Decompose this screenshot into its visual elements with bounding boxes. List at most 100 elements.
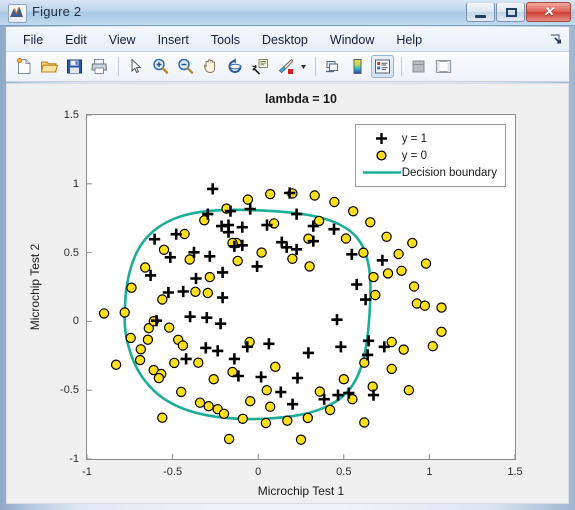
pan-button[interactable] xyxy=(199,55,222,78)
close-icon: ✕ xyxy=(543,4,554,19)
window-controls: ✕ xyxy=(466,2,571,22)
data-point-y0 xyxy=(98,308,110,319)
data-point-y0 xyxy=(313,215,325,227)
close-button[interactable]: ✕ xyxy=(526,2,571,22)
data-point-y1 xyxy=(217,292,229,304)
data-point-y0 xyxy=(382,268,394,279)
x-tick-label: 1 xyxy=(426,466,433,478)
data-point-y1 xyxy=(251,260,263,272)
data-point-y0 xyxy=(261,385,272,396)
data-point-y1 xyxy=(291,208,303,220)
print-figure-button[interactable] xyxy=(88,55,111,78)
data-point-y0 xyxy=(386,363,397,375)
data-point-y0 xyxy=(304,261,315,272)
data-point-y0 xyxy=(142,334,154,345)
data-point-y0 xyxy=(264,401,276,412)
data-point-y0 xyxy=(381,231,392,243)
plot-legend[interactable]: y = 1 y = 0 Decision boundary xyxy=(354,124,506,187)
data-point-y0 xyxy=(340,233,352,244)
data-point-y0 xyxy=(407,237,418,249)
data-point-y1 xyxy=(177,285,189,298)
data-point-y0 xyxy=(420,258,432,269)
brush-icon xyxy=(278,58,294,74)
legend-entry-y1: y = 1 xyxy=(362,130,497,147)
minimize-button[interactable] xyxy=(466,2,495,22)
menu-item-edit[interactable]: Edit xyxy=(54,30,98,50)
chevron-down-icon xyxy=(301,65,306,69)
x-tick-label: 1.5 xyxy=(507,466,523,478)
data-point-y0 xyxy=(393,248,404,260)
maximize-button[interactable] xyxy=(496,2,525,22)
data-point-y0 xyxy=(365,217,376,228)
data-point-y0 xyxy=(135,344,147,355)
data-cursor-button[interactable] xyxy=(249,55,272,78)
data-point-y1 xyxy=(244,203,256,215)
data-point-y0 xyxy=(295,434,307,445)
data-point-y0 xyxy=(287,253,298,264)
legend-label-y0: y = 0 xyxy=(401,149,427,162)
maximize-icon xyxy=(506,8,517,17)
menu-item-desktop[interactable]: Desktop xyxy=(251,30,319,50)
colorbar-button[interactable] xyxy=(346,55,369,78)
data-point-y0 xyxy=(329,196,340,208)
data-point-y0 xyxy=(134,354,146,366)
legend-entry-boundary: Decision boundary xyxy=(362,164,497,181)
new-figure-button[interactable] xyxy=(13,55,36,78)
brush-dropdown[interactable] xyxy=(299,55,308,78)
x-tick-label: -0.5 xyxy=(163,466,183,478)
data-point-y0 xyxy=(260,417,272,429)
menu-item-help[interactable]: Help xyxy=(385,30,433,50)
legend-button[interactable] xyxy=(371,55,394,78)
data-cursor-icon xyxy=(252,59,268,75)
zoom-out-button[interactable] xyxy=(174,55,197,78)
legend-icon xyxy=(375,59,390,74)
data-point-y1 xyxy=(335,341,347,353)
x-tick-label: 0.5 xyxy=(336,466,352,478)
data-point-y1 xyxy=(275,386,287,398)
menu-item-view[interactable]: View xyxy=(98,30,147,50)
link-plot-button[interactable] xyxy=(321,55,344,78)
data-point-y1 xyxy=(180,353,192,365)
data-point-y0 xyxy=(125,332,136,344)
dock-arrow-icon[interactable] xyxy=(549,32,563,46)
hide-plot-tools-button[interactable] xyxy=(407,55,430,78)
data-point-y1 xyxy=(346,248,358,260)
toolbar-separator xyxy=(118,57,119,76)
toolbar-separator xyxy=(315,57,316,76)
menu-item-file[interactable]: File xyxy=(12,30,54,50)
show-plot-tools-button[interactable] xyxy=(432,55,455,78)
data-point-y0 xyxy=(436,326,447,337)
data-point-y0 xyxy=(270,361,281,372)
data-point-y1 xyxy=(170,228,182,240)
brush-button[interactable] xyxy=(274,55,297,78)
plot-axes: y = 1 y = 0 Decision boundary xyxy=(86,114,516,460)
open-folder-icon xyxy=(40,61,59,73)
menu-item-window[interactable]: Window xyxy=(319,30,385,50)
data-point-y1 xyxy=(217,266,229,278)
menu-item-tools[interactable]: Tools xyxy=(200,30,251,50)
data-point-y0 xyxy=(403,385,415,396)
edit-plot-button[interactable] xyxy=(124,55,147,78)
zoom-in-icon xyxy=(153,58,169,74)
decision-boundary-curve xyxy=(123,208,372,421)
open-file-button[interactable] xyxy=(38,55,61,78)
data-point-y0 xyxy=(396,265,407,276)
menu-item-insert[interactable]: Insert xyxy=(147,30,200,50)
data-point-y0 xyxy=(436,302,447,313)
y-tick-label: -1 xyxy=(69,453,79,465)
data-point-y0 xyxy=(158,244,170,255)
show-plot-tools-icon xyxy=(435,60,452,73)
data-point-y1 xyxy=(367,389,380,401)
save-figure-button[interactable] xyxy=(63,55,86,78)
data-point-y1 xyxy=(200,342,212,354)
data-point-y1 xyxy=(201,312,213,324)
data-point-y1 xyxy=(184,311,196,323)
zoom-in-button[interactable] xyxy=(149,55,172,78)
y-tick-label: 0 xyxy=(72,315,79,328)
zoom-out-icon xyxy=(178,58,194,74)
y-tick-label: 1.5 xyxy=(63,109,79,121)
data-point-y1 xyxy=(291,372,304,384)
data-point-y0 xyxy=(163,322,175,333)
plot-title: lambda = 10 xyxy=(265,92,337,106)
rotate-3d-button[interactable] xyxy=(224,55,247,78)
